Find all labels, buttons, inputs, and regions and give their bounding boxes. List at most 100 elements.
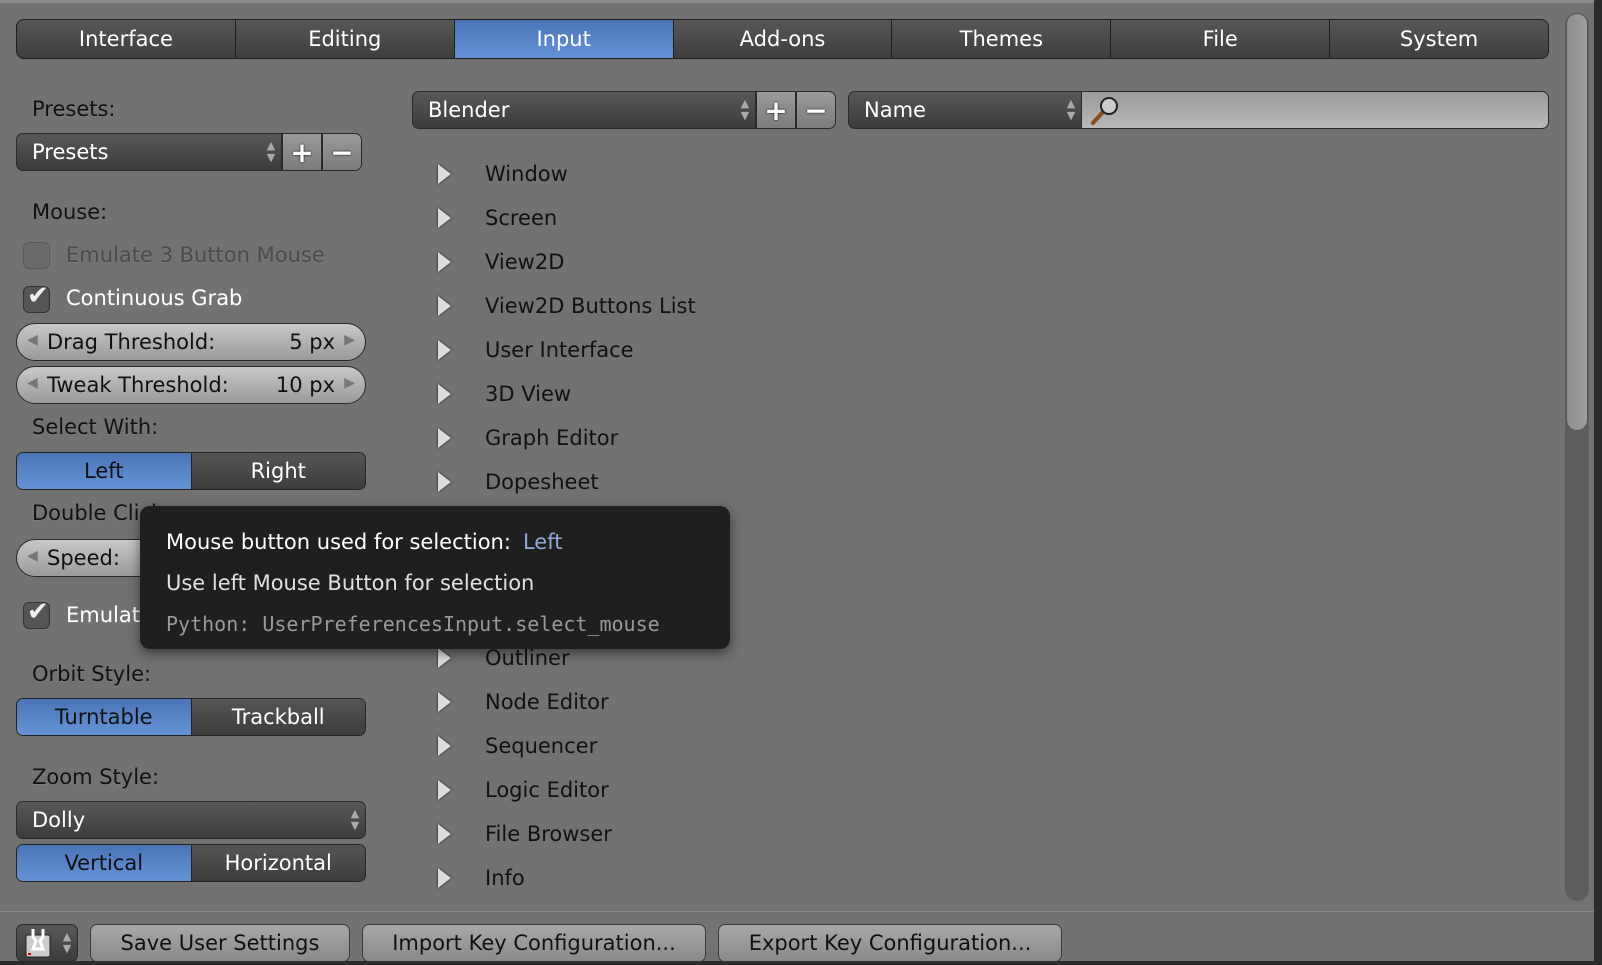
disclosure-triangle-icon[interactable] <box>438 868 451 888</box>
zoom-horizontal-button[interactable]: Horizontal <box>191 845 365 881</box>
keymap-item-label: Dopesheet <box>485 470 599 494</box>
keymap-item[interactable]: Sequencer <box>430 731 597 761</box>
disclosure-triangle-icon[interactable] <box>438 428 451 448</box>
scrollbar[interactable] <box>1565 13 1589 901</box>
add-keymap-preset-button[interactable]: + <box>756 91 796 129</box>
keymap-item-label: Outliner <box>485 646 570 670</box>
continuous-grab-checkbox[interactable]: ✔ <box>23 281 50 313</box>
remove-keymap-preset-button[interactable]: − <box>796 91 836 129</box>
disclosure-triangle-icon[interactable] <box>438 208 451 228</box>
disclosure-triangle-icon[interactable] <box>438 340 451 360</box>
disclosure-triangle-icon[interactable] <box>438 252 451 272</box>
tab-input[interactable]: Input <box>454 20 674 58</box>
disclosure-triangle-icon[interactable] <box>438 692 451 712</box>
user-preferences-window: Interface Editing Input Add-ons Themes F… <box>0 0 1594 962</box>
tab-interface[interactable]: Interface <box>17 20 236 58</box>
save-user-settings-button[interactable]: Save User Settings <box>90 924 350 962</box>
zoom-axis-toggle: Vertical Horizontal <box>16 844 366 882</box>
disclosure-triangle-icon[interactable] <box>438 780 451 800</box>
orbit-style-toggle: Turntable Trackball <box>16 698 366 736</box>
keymap-item[interactable]: View2D Buttons List <box>430 291 696 321</box>
zoom-style-dropdown[interactable]: Dolly ▲ ▼ <box>16 801 366 839</box>
editor-type-button[interactable]: ▲ ▼ <box>16 924 78 962</box>
disclosure-triangle-icon[interactable] <box>438 648 451 668</box>
decrement-arrow-icon[interactable]: ◀ <box>27 375 38 391</box>
export-key-configuration-button[interactable]: Export Key Configuration... <box>718 924 1062 962</box>
keymap-item[interactable]: View2D <box>430 247 564 277</box>
keymap-item-label: Sequencer <box>485 734 598 758</box>
filter-type-dropdown[interactable]: Name ▲ ▼ <box>848 91 1082 129</box>
presets-label: Presets: <box>32 97 116 121</box>
emulate-3-button-label: Emulate 3 Button Mouse <box>66 243 325 267</box>
orbit-style-label: Orbit Style: <box>32 662 152 686</box>
keymap-item-label: Node Editor <box>485 690 609 714</box>
keymap-item[interactable]: User Interface <box>430 335 634 365</box>
orbit-trackball-button[interactable]: Trackball <box>191 699 365 735</box>
tooltip: Mouse button used for selection: Left Use… <box>140 506 730 649</box>
drag-threshold-label: Drag Threshold: <box>47 330 216 354</box>
tooltip-value: Left <box>522 530 563 554</box>
orbit-turntable-button[interactable]: Turntable <box>17 699 192 735</box>
keymap-item[interactable]: Node Editor <box>430 687 609 717</box>
disclosure-triangle-icon[interactable] <box>438 384 451 404</box>
mouse-label: Mouse: <box>32 200 108 224</box>
keymap-preset-value: Blender <box>428 98 510 122</box>
tab-addons[interactable]: Add-ons <box>674 20 893 58</box>
zoom-style-label: Zoom Style: <box>32 765 160 789</box>
remove-preset-button[interactable]: − <box>322 133 362 171</box>
zoom-vertical-button[interactable]: Vertical <box>17 845 192 881</box>
disclosure-triangle-icon[interactable] <box>438 736 451 756</box>
disclosure-triangle-icon[interactable] <box>438 164 451 184</box>
search-icon <box>1091 97 1118 125</box>
increment-arrow-icon[interactable]: ▶ <box>344 332 355 348</box>
decrement-arrow-icon[interactable]: ◀ <box>27 548 38 564</box>
filter-type-value: Name <box>864 98 926 122</box>
import-key-configuration-button[interactable]: Import Key Configuration... <box>362 924 706 962</box>
tweak-threshold-field[interactable]: ◀ Tweak Threshold: 10 px ▶ <box>16 366 366 404</box>
updown-arrows-icon: ▲ ▼ <box>266 139 276 164</box>
add-preset-button[interactable]: + <box>282 133 322 171</box>
keymap-item[interactable]: Screen <box>430 203 557 233</box>
keymap-item[interactable]: Info <box>430 863 525 893</box>
tab-themes[interactable]: Themes <box>892 20 1112 58</box>
tab-file[interactable]: File <box>1111 20 1331 58</box>
check-icon: ✔ <box>27 597 49 627</box>
keymap-item[interactable]: Logic Editor <box>430 775 609 805</box>
disclosure-triangle-icon[interactable] <box>438 472 451 492</box>
tooltip-title: Mouse button used for selection: <box>166 530 511 554</box>
keymap-item[interactable]: Dopesheet <box>430 467 599 497</box>
preferences-tabs: Interface Editing Input Add-ons Themes F… <box>16 19 1549 59</box>
keymap-item[interactable]: 3D View <box>430 379 571 409</box>
keymap-item[interactable]: Graph Editor <box>430 423 618 453</box>
presets-dropdown[interactable]: Presets ▲ ▼ <box>16 133 282 171</box>
keymap-item-label: Window <box>485 162 568 186</box>
keymap-item[interactable]: File Browser <box>430 819 612 849</box>
updown-arrows-icon: ▲ ▼ <box>350 807 360 832</box>
disclosure-triangle-icon[interactable] <box>438 824 451 844</box>
keymap-preset-dropdown[interactable]: Blender ▲ ▼ <box>412 91 756 129</box>
keymap-item-label: User Interface <box>485 338 634 362</box>
presets-value: Presets <box>32 140 109 164</box>
tab-system[interactable]: System <box>1330 20 1548 58</box>
updown-arrows-icon: ▲ ▼ <box>1066 97 1076 122</box>
emulate-3-button-checkbox[interactable] <box>23 242 50 269</box>
disclosure-triangle-icon[interactable] <box>438 296 451 316</box>
footer-bar: ▲ ▼ Save User Settings Import Key Configu… <box>0 911 1594 962</box>
tab-editing[interactable]: Editing <box>236 20 455 58</box>
keymap-item[interactable]: Window <box>430 159 568 189</box>
keymap-item-label: Info <box>485 866 525 890</box>
select-left-button[interactable]: Left <box>17 453 192 489</box>
drag-threshold-field[interactable]: ◀ Drag Threshold: 5 px ▶ <box>16 323 366 361</box>
keymap-search-input[interactable] <box>1082 91 1549 129</box>
decrement-arrow-icon[interactable]: ◀ <box>27 332 38 348</box>
keymap-item-label: View2D <box>485 250 565 274</box>
tooltip-description: Use left Mouse Button for selection <box>166 571 535 595</box>
scrollbar-thumb[interactable] <box>1566 13 1588 431</box>
updown-arrows-icon: ▲ ▼ <box>62 930 72 955</box>
select-right-button[interactable]: Right <box>191 453 365 489</box>
tweak-threshold-label: Tweak Threshold: <box>47 373 229 397</box>
emulate-numpad-checkbox[interactable]: ✔ <box>23 597 50 629</box>
tweak-threshold-value: 10 px <box>275 373 335 397</box>
keymap-item-label: View2D Buttons List <box>485 294 696 318</box>
increment-arrow-icon[interactable]: ▶ <box>344 375 355 391</box>
